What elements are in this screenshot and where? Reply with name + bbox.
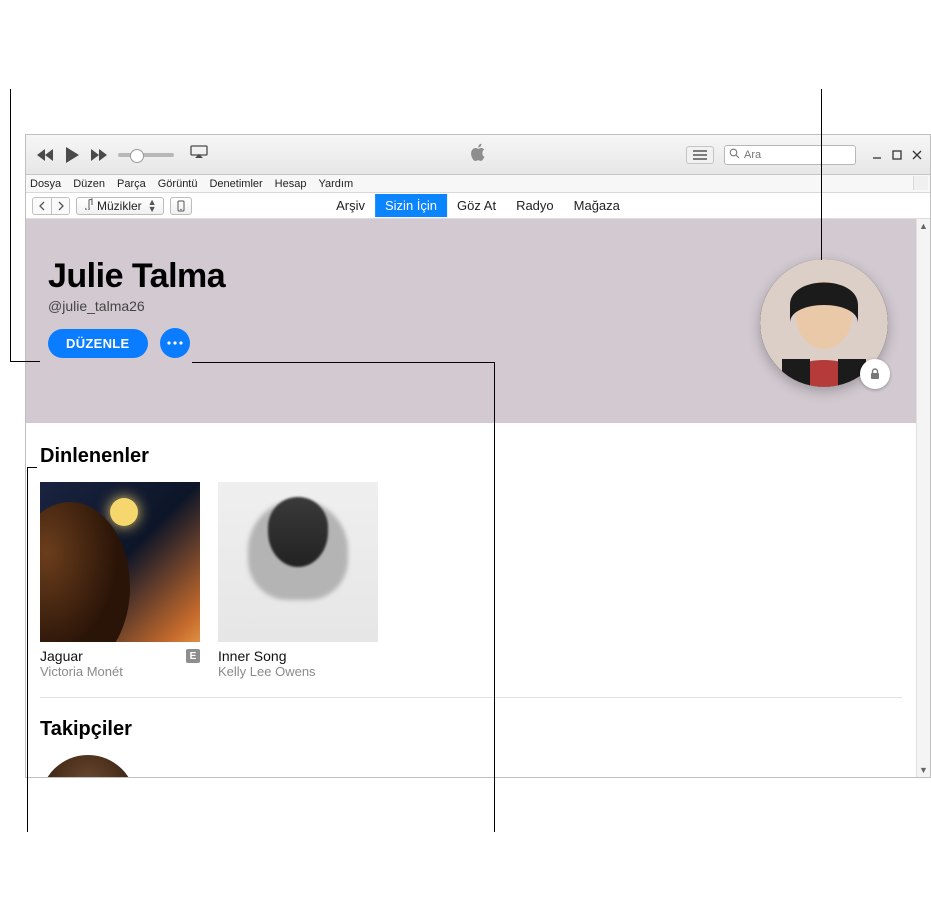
album-artist: Kelly Lee Owens <box>218 664 378 679</box>
scroll-up-icon[interactable]: ▲ <box>917 219 930 233</box>
airplay-icon[interactable] <box>190 145 208 164</box>
section-title-listening: Dinlenenler <box>40 445 902 468</box>
next-track-button[interactable] <box>90 148 108 162</box>
tab-store[interactable]: Mağaza <box>564 194 630 217</box>
vertical-scrollbar[interactable]: ▲ ▼ <box>916 219 930 777</box>
explicit-badge: E <box>186 649 200 663</box>
album-artist: Victoria Monét <box>40 664 200 679</box>
more-options-button[interactable] <box>160 328 190 358</box>
forward-button[interactable] <box>51 198 69 214</box>
album-cover[interactable] <box>218 482 378 642</box>
tab-browse[interactable]: Göz At <box>447 194 506 217</box>
playback-controls <box>36 145 208 164</box>
menu-bar: Dosya Düzen Parça Görüntü Denetimler Hes… <box>26 175 930 193</box>
callout-line <box>821 89 822 260</box>
updown-icon: ▲▼ <box>148 199 157 213</box>
scroll-track[interactable] <box>917 233 930 763</box>
apple-logo-icon <box>470 143 486 166</box>
close-button[interactable] <box>910 148 924 162</box>
device-button[interactable] <box>170 197 192 215</box>
callout-line <box>10 361 40 362</box>
callout-line <box>27 467 28 832</box>
follower-avatar[interactable] <box>40 755 136 777</box>
menu-account[interactable]: Hesap <box>275 178 307 190</box>
section-divider <box>40 697 902 698</box>
ellipsis-icon <box>167 341 183 345</box>
callout-line <box>10 89 11 361</box>
menu-song[interactable]: Parça <box>117 178 146 190</box>
menu-edit[interactable]: Düzen <box>73 178 105 190</box>
section-title-followers: Takipçiler <box>40 718 902 741</box>
album-title: Jaguar <box>40 648 83 664</box>
album-row: Jaguar E Victoria Monét Inner Song Kelly… <box>40 482 902 679</box>
menu-controls[interactable]: Denetimler <box>209 178 262 190</box>
menu-view[interactable]: Görüntü <box>158 178 198 190</box>
window-buttons <box>870 148 924 162</box>
back-button[interactable] <box>33 198 51 214</box>
callout-line <box>192 362 494 363</box>
nav-row: Müzikler ▲▼ Arşiv Sizin İçin Göz At Rady… <box>26 193 930 219</box>
album-cover[interactable] <box>40 482 200 642</box>
menu-help[interactable]: Yardım <box>318 178 353 190</box>
nav-tabs: Arşiv Sizin İçin Göz At Radyo Mağaza <box>326 193 630 219</box>
profile-avatar-wrap <box>760 259 888 387</box>
album-card[interactable]: Jaguar E Victoria Monét <box>40 482 200 679</box>
callout-line <box>27 467 37 468</box>
lock-icon <box>868 367 882 381</box>
music-note-icon <box>83 198 93 213</box>
search-input[interactable] <box>744 149 851 161</box>
callout-line <box>494 362 495 832</box>
view-list-button[interactable] <box>686 146 714 164</box>
library-picker-label: Müzikler <box>97 199 142 213</box>
profile-header: Julie Talma @julie_talma26 DÜZENLE <box>26 219 916 423</box>
library-picker[interactable]: Müzikler ▲▼ <box>76 197 164 215</box>
minimize-button[interactable] <box>870 148 884 162</box>
volume-slider[interactable] <box>118 153 174 157</box>
menu-file[interactable]: Dosya <box>30 178 61 190</box>
tab-for-you[interactable]: Sizin İçin <box>375 194 447 217</box>
app-window: Dosya Düzen Parça Görüntü Denetimler Hes… <box>25 134 931 778</box>
search-field[interactable] <box>724 145 856 165</box>
maximize-button[interactable] <box>890 148 904 162</box>
section-followers: Takipçiler <box>26 708 916 777</box>
privacy-lock-badge[interactable] <box>860 359 890 389</box>
scroll-down-icon[interactable]: ▼ <box>917 763 930 777</box>
tab-radio[interactable]: Radyo <box>506 194 564 217</box>
album-title: Inner Song <box>218 648 287 664</box>
edit-profile-button[interactable]: DÜZENLE <box>48 329 148 358</box>
tab-library[interactable]: Arşiv <box>326 194 375 217</box>
play-button[interactable] <box>64 146 80 164</box>
section-listening: Dinlenenler Jaguar E Victoria Monét Inne… <box>26 423 916 708</box>
search-icon <box>729 146 740 164</box>
content-area: Julie Talma @julie_talma26 DÜZENLE <box>26 219 916 777</box>
nav-arrows <box>32 197 70 215</box>
album-card[interactable]: Inner Song Kelly Lee Owens <box>218 482 378 679</box>
previous-track-button[interactable] <box>36 148 54 162</box>
title-bar <box>26 135 930 175</box>
titlebar-right <box>686 145 924 165</box>
